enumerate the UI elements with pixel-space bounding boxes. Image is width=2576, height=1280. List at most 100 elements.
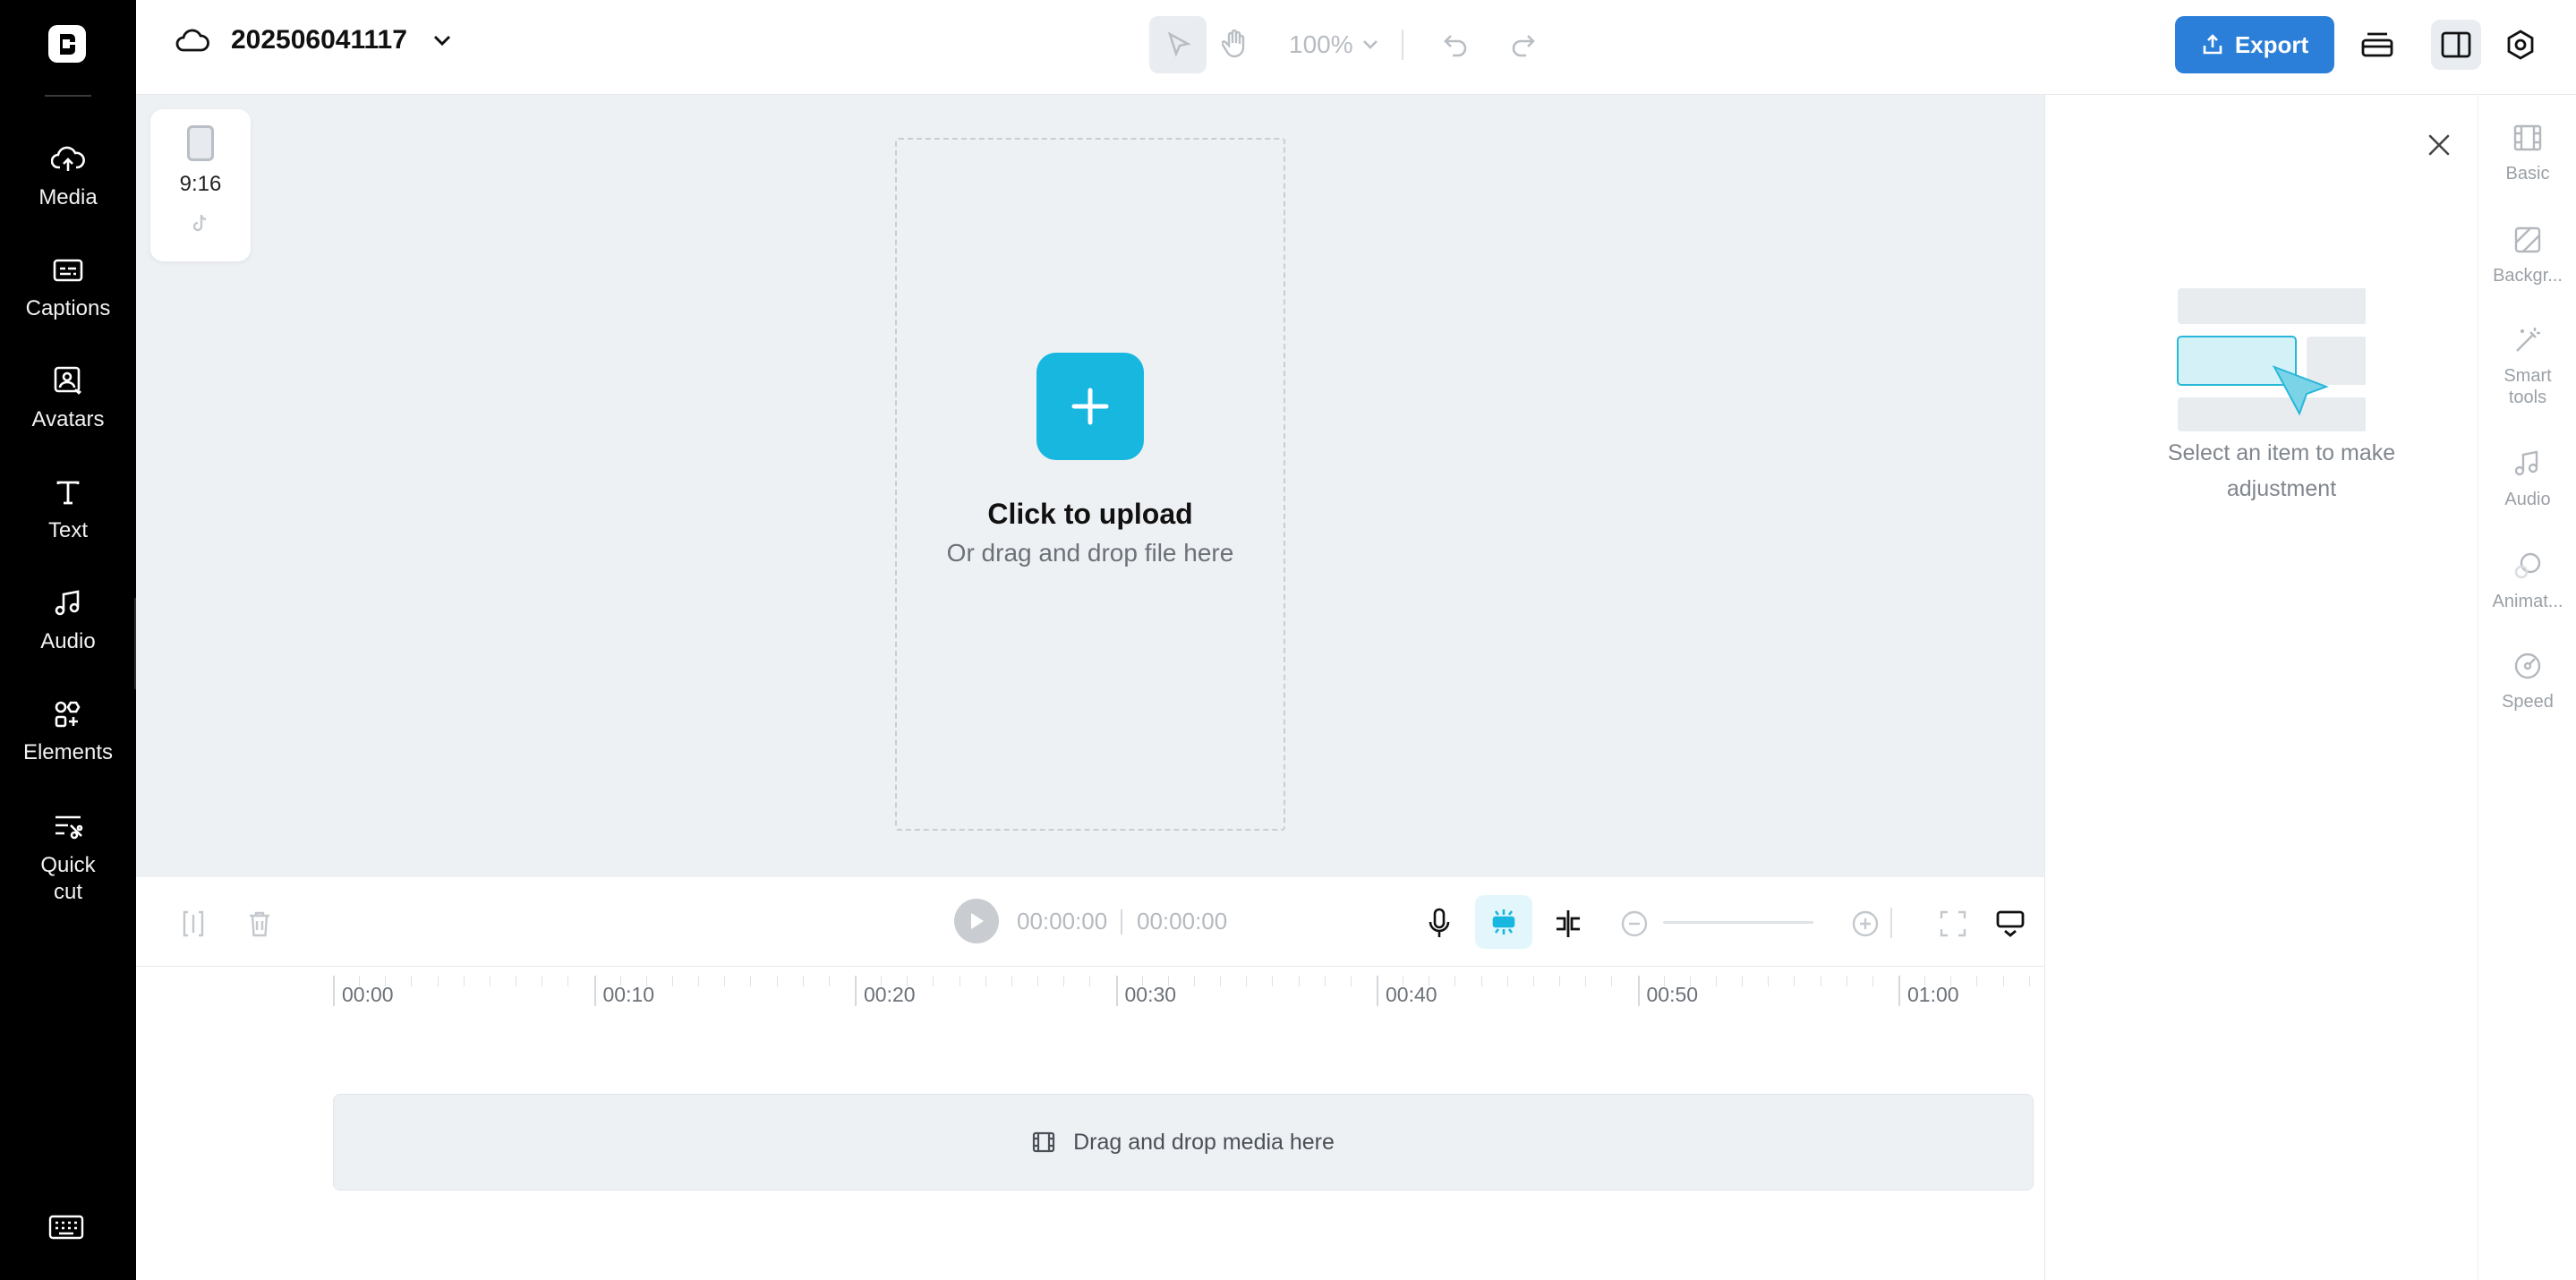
- zoom-value: 100%: [1289, 30, 1353, 58]
- settings-gear-icon[interactable]: [2495, 20, 2546, 70]
- ruler-minor-tick: [1167, 976, 1169, 986]
- nav-avatars[interactable]: Avatars: [0, 363, 136, 462]
- nav-captions[interactable]: Captions: [0, 252, 136, 351]
- ruler-minor-tick: [1585, 976, 1587, 986]
- nav-text-label: Text: [47, 518, 88, 542]
- nav-audio[interactable]: Audio: [0, 585, 136, 684]
- ruler-minor-tick: [671, 976, 673, 986]
- export-icon: [2203, 34, 2222, 55]
- captions-icon: [50, 252, 86, 288]
- ruler-tick-label: 00:30: [1124, 983, 1177, 1006]
- ruler-major-tick: [1377, 976, 1378, 1006]
- magic-wand-icon: [2510, 322, 2546, 358]
- music-note-icon: [50, 585, 86, 621]
- ruler-minor-tick: [1454, 976, 1456, 986]
- ruler-major-tick: [1637, 976, 1640, 1006]
- timeline-toggle-icon[interactable]: [1992, 906, 2028, 942]
- upload-dropzone[interactable]: [895, 138, 1285, 831]
- tab-animation[interactable]: Animat...: [2478, 548, 2576, 612]
- upload-title: Click to upload: [987, 498, 1193, 530]
- ruler-minor-tick: [463, 976, 465, 986]
- speedometer-icon: [2510, 648, 2546, 684]
- animation-icon: [2510, 548, 2546, 584]
- ruler-minor-tick: [1141, 976, 1143, 986]
- ruler-minor-tick: [828, 976, 830, 986]
- timeline-ruler[interactable]: 00:00 00:10 00:20 00:30 00:40 00:50 01:00: [136, 967, 2044, 1020]
- panel-layout-icon[interactable]: [2431, 20, 2481, 70]
- project-selector[interactable]: 202506041117: [175, 25, 452, 55]
- redo-button[interactable]: [1495, 16, 1552, 73]
- play-button[interactable]: [954, 899, 999, 943]
- quick-cut-icon: [50, 809, 86, 845]
- auto-snap-toggle[interactable]: [1475, 895, 1532, 949]
- nav-media[interactable]: Media: [0, 141, 136, 240]
- ruler-minor-tick: [1742, 976, 1744, 986]
- magnet-snap-icon: [1492, 909, 1515, 934]
- tab-audio[interactable]: Audio: [2478, 446, 2576, 510]
- ruler-minor-tick: [645, 976, 647, 986]
- ruler-tick-label: 00:40: [1386, 983, 1437, 1006]
- timeline: 00:00 00:10 00:20 00:30 00:40 00:50 01:00 Drag…: [136, 967, 2044, 1280]
- ruler-minor-tick: [1298, 976, 1300, 986]
- nav-elements[interactable]: Elements: [0, 696, 136, 795]
- upload-plus-button[interactable]: [1036, 353, 1144, 460]
- ruler-minor-tick: [1089, 976, 1091, 986]
- rail-divider: [45, 95, 91, 97]
- aspect-ratio-selector[interactable]: 9:16: [150, 109, 251, 261]
- ruler-minor-tick: [802, 976, 804, 986]
- plus-icon: [1071, 388, 1109, 425]
- text-icon: [50, 474, 86, 510]
- tab-smart-tools-label: Smart tools: [2503, 366, 2552, 407]
- ruler-minor-tick: [437, 976, 439, 986]
- tab-smart-tools[interactable]: Smart tools: [2478, 322, 2576, 408]
- ruler-minor-tick: [985, 976, 986, 986]
- play-icon: [971, 913, 984, 929]
- app-logo[interactable]: [48, 25, 86, 63]
- select-tool-button[interactable]: [1149, 16, 1207, 73]
- timeline-zoom-slider[interactable]: [1663, 921, 1813, 924]
- ruler-minor-tick: [1768, 976, 1770, 986]
- ruler-major-tick: [593, 976, 596, 1006]
- chevron-down-icon: [1362, 40, 1378, 49]
- ruler-major-tick: [333, 976, 335, 1006]
- ruler-minor-tick: [1794, 976, 1796, 986]
- zoom-in-icon[interactable]: [1847, 906, 1883, 942]
- keyboard-shortcuts-icon[interactable]: [48, 1214, 88, 1246]
- ruler-minor-tick: [1037, 976, 1039, 986]
- playbar-divider: [1890, 908, 1892, 938]
- tab-basic-label: Basic: [2505, 164, 2550, 183]
- fullscreen-icon[interactable]: [1935, 906, 1971, 942]
- ruler-minor-tick: [881, 976, 883, 986]
- close-icon[interactable]: [2421, 127, 2457, 163]
- ruler-major-tick: [1115, 976, 1118, 1006]
- split-icon[interactable]: [175, 906, 211, 942]
- ruler-minor-tick: [1532, 976, 1534, 986]
- layers-icon[interactable]: [2352, 20, 2402, 70]
- hand-tool-button[interactable]: [1207, 16, 1264, 73]
- ruler-minor-tick: [1976, 976, 1978, 986]
- export-button[interactable]: Export: [2175, 16, 2334, 73]
- nav-text[interactable]: Text: [0, 474, 136, 573]
- project-title: 202506041117: [231, 25, 407, 55]
- media-drop-track[interactable]: Drag and drop media here: [333, 1094, 2034, 1190]
- canvas-tools: 100%: [1149, 16, 1552, 73]
- tab-speed[interactable]: Speed: [2478, 648, 2576, 713]
- microphone-icon[interactable]: [1421, 906, 1457, 942]
- ruler-minor-tick: [567, 976, 569, 986]
- ruler-minor-tick: [907, 976, 908, 986]
- ruler-minor-tick: [411, 976, 413, 986]
- upload-subtitle: Or drag and drop file here: [946, 539, 1234, 567]
- zoom-dropdown[interactable]: 100%: [1289, 30, 1378, 59]
- zoom-out-icon[interactable]: [1616, 906, 1652, 942]
- split-clip-icon[interactable]: [1550, 906, 1586, 942]
- background-icon: [2510, 222, 2546, 258]
- film-icon: [2510, 120, 2546, 156]
- current-time: 00:00:00: [1017, 908, 1108, 934]
- tab-background[interactable]: Backgr...: [2478, 222, 2576, 286]
- nav-quick-cut-label: Quick cut: [40, 853, 96, 904]
- tab-basic[interactable]: Basic: [2478, 120, 2576, 184]
- trash-icon[interactable]: [242, 906, 277, 942]
- nav-quick-cut[interactable]: Quick cut: [0, 809, 136, 908]
- undo-button[interactable]: [1427, 16, 1484, 73]
- ruler-minor-tick: [1924, 976, 1926, 986]
